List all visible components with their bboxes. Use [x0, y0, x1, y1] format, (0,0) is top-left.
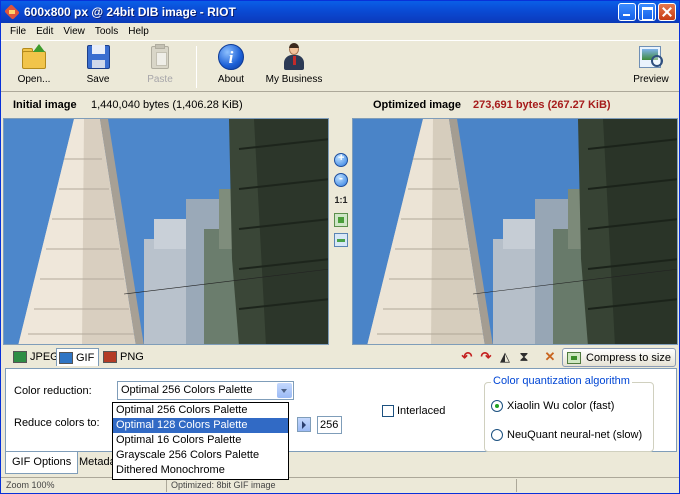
initial-image-photo — [4, 119, 328, 344]
save-label: Save — [86, 74, 110, 85]
window-title: 600x800 px @ 24bit DIB image - RIOT — [24, 5, 236, 19]
rotate-right-icon[interactable]: ↷ — [478, 350, 494, 364]
chevron-down-icon[interactable] — [277, 383, 292, 398]
interlaced-label: Interlaced — [397, 405, 446, 417]
flip-vertical-icon[interactable]: ⧗ — [516, 350, 532, 364]
xiaolin-wu-label: Xiaolin Wu color (fast) — [507, 400, 615, 412]
compress-to-size-button[interactable]: Compress to size — [562, 348, 676, 367]
reduce-colors-arrow-icon[interactable] — [297, 417, 311, 432]
flip-horizontal-icon[interactable]: ◭ — [497, 350, 513, 364]
toolbar: Open... Save Paste i About My Business P… — [1, 40, 679, 92]
status-divider — [516, 479, 517, 492]
status-divider — [166, 479, 167, 492]
floppy-disk-icon — [84, 43, 112, 71]
rotate-left-icon[interactable]: ↶ — [459, 350, 475, 364]
neuquant-radio[interactable] — [491, 429, 503, 441]
close-icon — [659, 4, 675, 20]
optimized-image-photo — [353, 119, 677, 344]
neuquant-label: NeuQuant neural-net (slow) — [507, 429, 643, 441]
image-info-header: Initial image 1,440,040 bytes (1,406.28 … — [1, 93, 679, 117]
menu-file[interactable]: File — [5, 26, 31, 37]
dropdown-option[interactable]: Grayscale 256 Colors Palette — [113, 448, 288, 463]
optimized-image-size: 273,691 bytes (267.27 KiB) — [473, 99, 611, 111]
compress-to-size-label: Compress to size — [586, 351, 671, 364]
preview-label: Preview — [633, 74, 669, 85]
fit-width-icon[interactable] — [334, 233, 348, 247]
tab-jpeg-label: JPEG — [30, 351, 59, 363]
initial-image-label: Initial image — [13, 99, 77, 111]
menu-tools[interactable]: Tools — [90, 26, 123, 37]
zoom-in-icon[interactable] — [334, 152, 348, 167]
quantization-title: Color quantization algorithm — [491, 375, 632, 387]
zoom-out-icon[interactable] — [334, 171, 348, 187]
compress-icon — [567, 351, 581, 364]
dropdown-option-highlighted[interactable]: Optimal 128 Colors Palette — [113, 418, 288, 433]
xiaolin-wu-radio[interactable] — [491, 400, 503, 412]
toolbar-separator — [196, 46, 197, 88]
maximize-button[interactable] — [638, 3, 656, 21]
open-folder-icon — [20, 43, 48, 71]
my-business-button[interactable]: My Business — [261, 43, 327, 85]
paste-button[interactable]: Paste — [139, 43, 181, 85]
status-optimized: Optimized: 8bit GIF image — [171, 480, 276, 490]
businessman-icon — [280, 43, 308, 71]
reduce-colors-input[interactable]: 256 — [317, 416, 342, 434]
fit-to-window-icon[interactable] — [334, 213, 348, 227]
crop-icon[interactable]: ✕ — [542, 350, 558, 364]
preview-button[interactable]: Preview — [629, 43, 673, 85]
menu-view[interactable]: View — [58, 26, 90, 37]
gif-icon — [59, 351, 73, 364]
menu-bar: File Edit View Tools Help — [1, 23, 679, 40]
png-icon — [103, 351, 117, 363]
dropdown-option[interactable]: Optimal 16 Colors Palette — [113, 433, 288, 448]
jpeg-icon — [13, 351, 27, 363]
about-label: About — [217, 74, 245, 85]
initial-image-size: 1,440,040 bytes (1,406.28 KiB) — [91, 99, 243, 111]
dropdown-option[interactable]: Dithered Monochrome — [113, 463, 288, 478]
reduce-colors-label: Reduce colors to: — [14, 417, 100, 429]
tab-gif-options[interactable]: GIF Options — [5, 452, 79, 474]
maximize-icon — [639, 4, 655, 20]
status-zoom: Zoom 100% — [6, 480, 55, 490]
app-window: 600x800 px @ 24bit DIB image - RIOT File… — [0, 0, 680, 494]
minimize-icon — [619, 4, 635, 20]
minimize-button[interactable] — [618, 3, 636, 21]
tab-jpeg[interactable]: JPEG — [11, 348, 63, 366]
save-button[interactable]: Save — [77, 43, 119, 85]
about-button[interactable]: i About — [209, 43, 253, 85]
quantization-group: Color quantization algorithm Xiaolin Wu … — [484, 375, 654, 452]
optimized-image-label: Optimized image — [373, 99, 462, 111]
paste-label: Paste — [147, 74, 173, 85]
menu-edit[interactable]: Edit — [31, 26, 58, 37]
interlaced-checkbox[interactable] — [382, 405, 394, 417]
tab-png[interactable]: PNG — [101, 348, 148, 366]
color-reduction-dropdown-list: Optimal 256 Colors Palette Optimal 128 C… — [112, 402, 289, 480]
clipboard-icon — [146, 43, 174, 71]
close-button[interactable] — [658, 3, 676, 21]
actual-size-button[interactable]: 1:1 — [334, 193, 348, 207]
color-reduction-select[interactable]: Optimal 256 Colors Palette — [117, 381, 294, 400]
format-tab-strip: JPEG GIF PNG ↶ ↷ ◭ ⧗ ✕ Compress to size — [1, 346, 679, 368]
tab-gif-label: GIF — [76, 351, 95, 364]
dropdown-option[interactable]: Optimal 256 Colors Palette — [113, 403, 288, 418]
zoom-tools: 1:1 — [332, 152, 350, 253]
status-bar: Zoom 100% Optimized: 8bit GIF image — [1, 477, 679, 493]
open-button[interactable]: Open... — [11, 43, 57, 85]
riot-app-icon[interactable] — [4, 4, 20, 20]
options-tabs: GIF Options Metada — [5, 452, 677, 476]
tab-gif[interactable]: GIF — [56, 348, 100, 366]
optimized-image-pane[interactable] — [352, 118, 678, 345]
open-label: Open... — [17, 74, 51, 85]
initial-image-pane[interactable] — [3, 118, 329, 345]
title-bar[interactable]: 600x800 px @ 24bit DIB image - RIOT — [1, 1, 679, 23]
color-reduction-value: Optimal 256 Colors Palette — [121, 384, 253, 396]
my-business-label: My Business — [265, 74, 323, 85]
color-reduction-label: Color reduction: — [14, 385, 92, 397]
tab-png-label: PNG — [120, 351, 144, 363]
info-icon: i — [217, 43, 245, 71]
menu-help[interactable]: Help — [123, 26, 154, 37]
gif-options-panel: Color reduction: Optimal 256 Colors Pale… — [5, 368, 677, 452]
preview-magnifier-icon — [637, 43, 665, 71]
